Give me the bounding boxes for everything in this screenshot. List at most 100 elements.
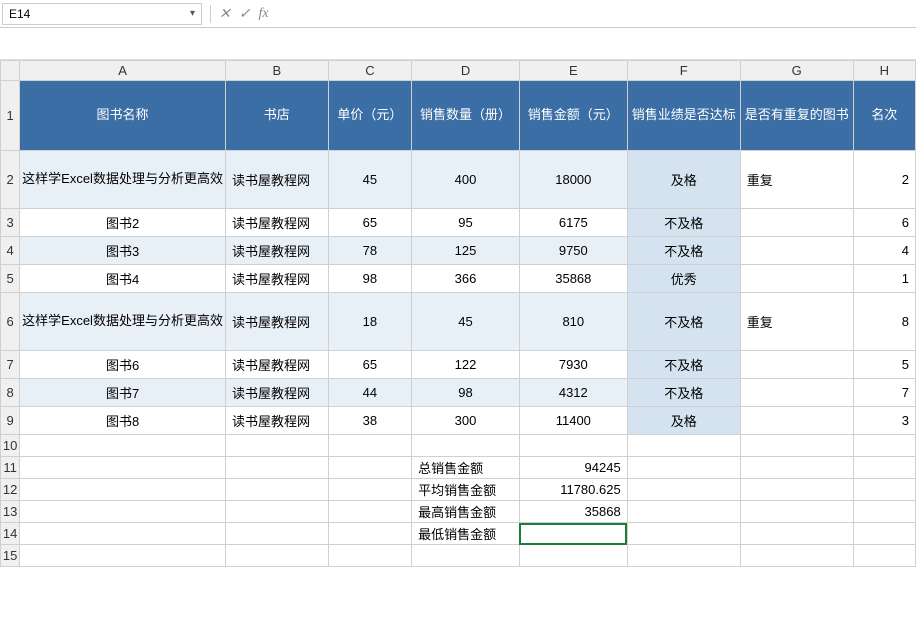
cell[interactable] — [627, 479, 740, 501]
cell-book-name[interactable]: 这样学Excel数据处理与分析更高效 — [20, 293, 226, 351]
cell-rank[interactable]: 1 — [853, 265, 915, 293]
cell-status[interactable]: 不及格 — [627, 209, 740, 237]
cell[interactable] — [225, 523, 328, 545]
cell[interactable] — [519, 435, 627, 457]
cell[interactable] — [20, 479, 226, 501]
cell[interactable] — [853, 523, 915, 545]
cell[interactable] — [225, 545, 328, 567]
cell[interactable] — [225, 457, 328, 479]
cell-status[interactable]: 不及格 — [627, 293, 740, 351]
cell[interactable] — [740, 501, 853, 523]
summary-label[interactable]: 平均销售金额 — [412, 479, 520, 501]
cancel-icon[interactable]: ✕ — [219, 5, 231, 22]
sheet-area[interactable]: A B C D E F G H 1图书名称书店单价（元）销售数量（册）销售金额（… — [0, 60, 916, 567]
header-A[interactable]: 图书名称 — [20, 81, 226, 151]
cell-qty[interactable]: 300 — [412, 407, 520, 435]
cell-amount[interactable]: 9750 — [519, 237, 627, 265]
cell[interactable] — [519, 545, 627, 567]
header-E[interactable]: 销售金额（元） — [519, 81, 627, 151]
cell-amount[interactable]: 810 — [519, 293, 627, 351]
cell[interactable] — [853, 479, 915, 501]
row-header-7[interactable]: 7 — [1, 351, 20, 379]
cell-status[interactable]: 不及格 — [627, 379, 740, 407]
cell-duplicate[interactable] — [740, 209, 853, 237]
chevron-down-icon[interactable]: ▾ — [190, 8, 195, 19]
cell-rank[interactable]: 6 — [853, 209, 915, 237]
cell[interactable] — [740, 457, 853, 479]
cell-store[interactable]: 读书屋教程网 — [225, 379, 328, 407]
header-F[interactable]: 销售业绩是否达标 — [627, 81, 740, 151]
summary-value[interactable]: 35868 — [519, 501, 627, 523]
cell-book-name[interactable]: 这样学Excel数据处理与分析更高效 — [20, 151, 226, 209]
cell-store[interactable]: 读书屋教程网 — [225, 209, 328, 237]
row-header-15[interactable]: 15 — [1, 545, 20, 567]
header-C[interactable]: 单价（元） — [328, 81, 412, 151]
cell-rank[interactable]: 7 — [853, 379, 915, 407]
cell[interactable] — [20, 457, 226, 479]
cell[interactable] — [225, 479, 328, 501]
cell-amount[interactable]: 18000 — [519, 151, 627, 209]
cell[interactable] — [627, 545, 740, 567]
cell-store[interactable]: 读书屋教程网 — [225, 293, 328, 351]
cell[interactable] — [20, 435, 226, 457]
row-header-6[interactable]: 6 — [1, 293, 20, 351]
cell[interactable] — [853, 435, 915, 457]
row-header-5[interactable]: 5 — [1, 265, 20, 293]
row-header-10[interactable]: 10 — [1, 435, 20, 457]
cell-qty[interactable]: 95 — [412, 209, 520, 237]
col-header-E[interactable]: E — [519, 61, 627, 81]
row-header-2[interactable]: 2 — [1, 151, 20, 209]
cell-duplicate[interactable] — [740, 237, 853, 265]
cell-price[interactable]: 78 — [328, 237, 412, 265]
summary-value[interactable]: 94245 — [519, 457, 627, 479]
summary-label[interactable]: 最低销售金额 — [412, 523, 520, 545]
cell[interactable] — [740, 545, 853, 567]
cell-status[interactable]: 及格 — [627, 151, 740, 209]
col-header-A[interactable]: A — [20, 61, 226, 81]
cell[interactable] — [20, 523, 226, 545]
cell-status[interactable]: 不及格 — [627, 237, 740, 265]
cell-status[interactable]: 及格 — [627, 407, 740, 435]
row-header-9[interactable]: 9 — [1, 407, 20, 435]
cell[interactable] — [20, 501, 226, 523]
row-header-8[interactable]: 8 — [1, 379, 20, 407]
cell[interactable] — [328, 479, 412, 501]
cell-price[interactable]: 65 — [328, 209, 412, 237]
cell-rank[interactable]: 8 — [853, 293, 915, 351]
cell-amount[interactable]: 7930 — [519, 351, 627, 379]
cell-rank[interactable]: 2 — [853, 151, 915, 209]
col-header-B[interactable]: B — [225, 61, 328, 81]
row-header-3[interactable]: 3 — [1, 209, 20, 237]
header-G[interactable]: 是否有重复的图书 — [740, 81, 853, 151]
cell[interactable] — [328, 435, 412, 457]
cell-qty[interactable]: 400 — [412, 151, 520, 209]
cell-duplicate[interactable] — [740, 379, 853, 407]
cell[interactable] — [740, 523, 853, 545]
summary-label[interactable]: 总销售金额 — [412, 457, 520, 479]
summary-label[interactable]: 最高销售金额 — [412, 501, 520, 523]
cell-amount[interactable]: 11400 — [519, 407, 627, 435]
cell-amount[interactable]: 6175 — [519, 209, 627, 237]
cell-duplicate[interactable]: 重复 — [740, 293, 853, 351]
cell[interactable] — [853, 501, 915, 523]
cell[interactable] — [225, 501, 328, 523]
cell[interactable] — [627, 457, 740, 479]
row-header-14[interactable]: 14 — [1, 523, 20, 545]
cell-store[interactable]: 读书屋教程网 — [225, 407, 328, 435]
summary-value[interactable]: 11780.625 — [519, 479, 627, 501]
header-H[interactable]: 名次 — [853, 81, 915, 151]
cell-duplicate[interactable] — [740, 351, 853, 379]
cell[interactable] — [627, 523, 740, 545]
row-header-11[interactable]: 11 — [1, 457, 20, 479]
cell[interactable] — [740, 435, 853, 457]
col-header-H[interactable]: H — [853, 61, 915, 81]
formula-input[interactable] — [277, 3, 914, 25]
cell-store[interactable]: 读书屋教程网 — [225, 351, 328, 379]
col-header-G[interactable]: G — [740, 61, 853, 81]
cell[interactable] — [740, 479, 853, 501]
cell-store[interactable]: 读书屋教程网 — [225, 237, 328, 265]
name-box[interactable]: E14 ▾ — [2, 3, 202, 25]
cell[interactable] — [328, 545, 412, 567]
fx-icon[interactable]: fx — [258, 6, 268, 22]
cell[interactable] — [20, 545, 226, 567]
